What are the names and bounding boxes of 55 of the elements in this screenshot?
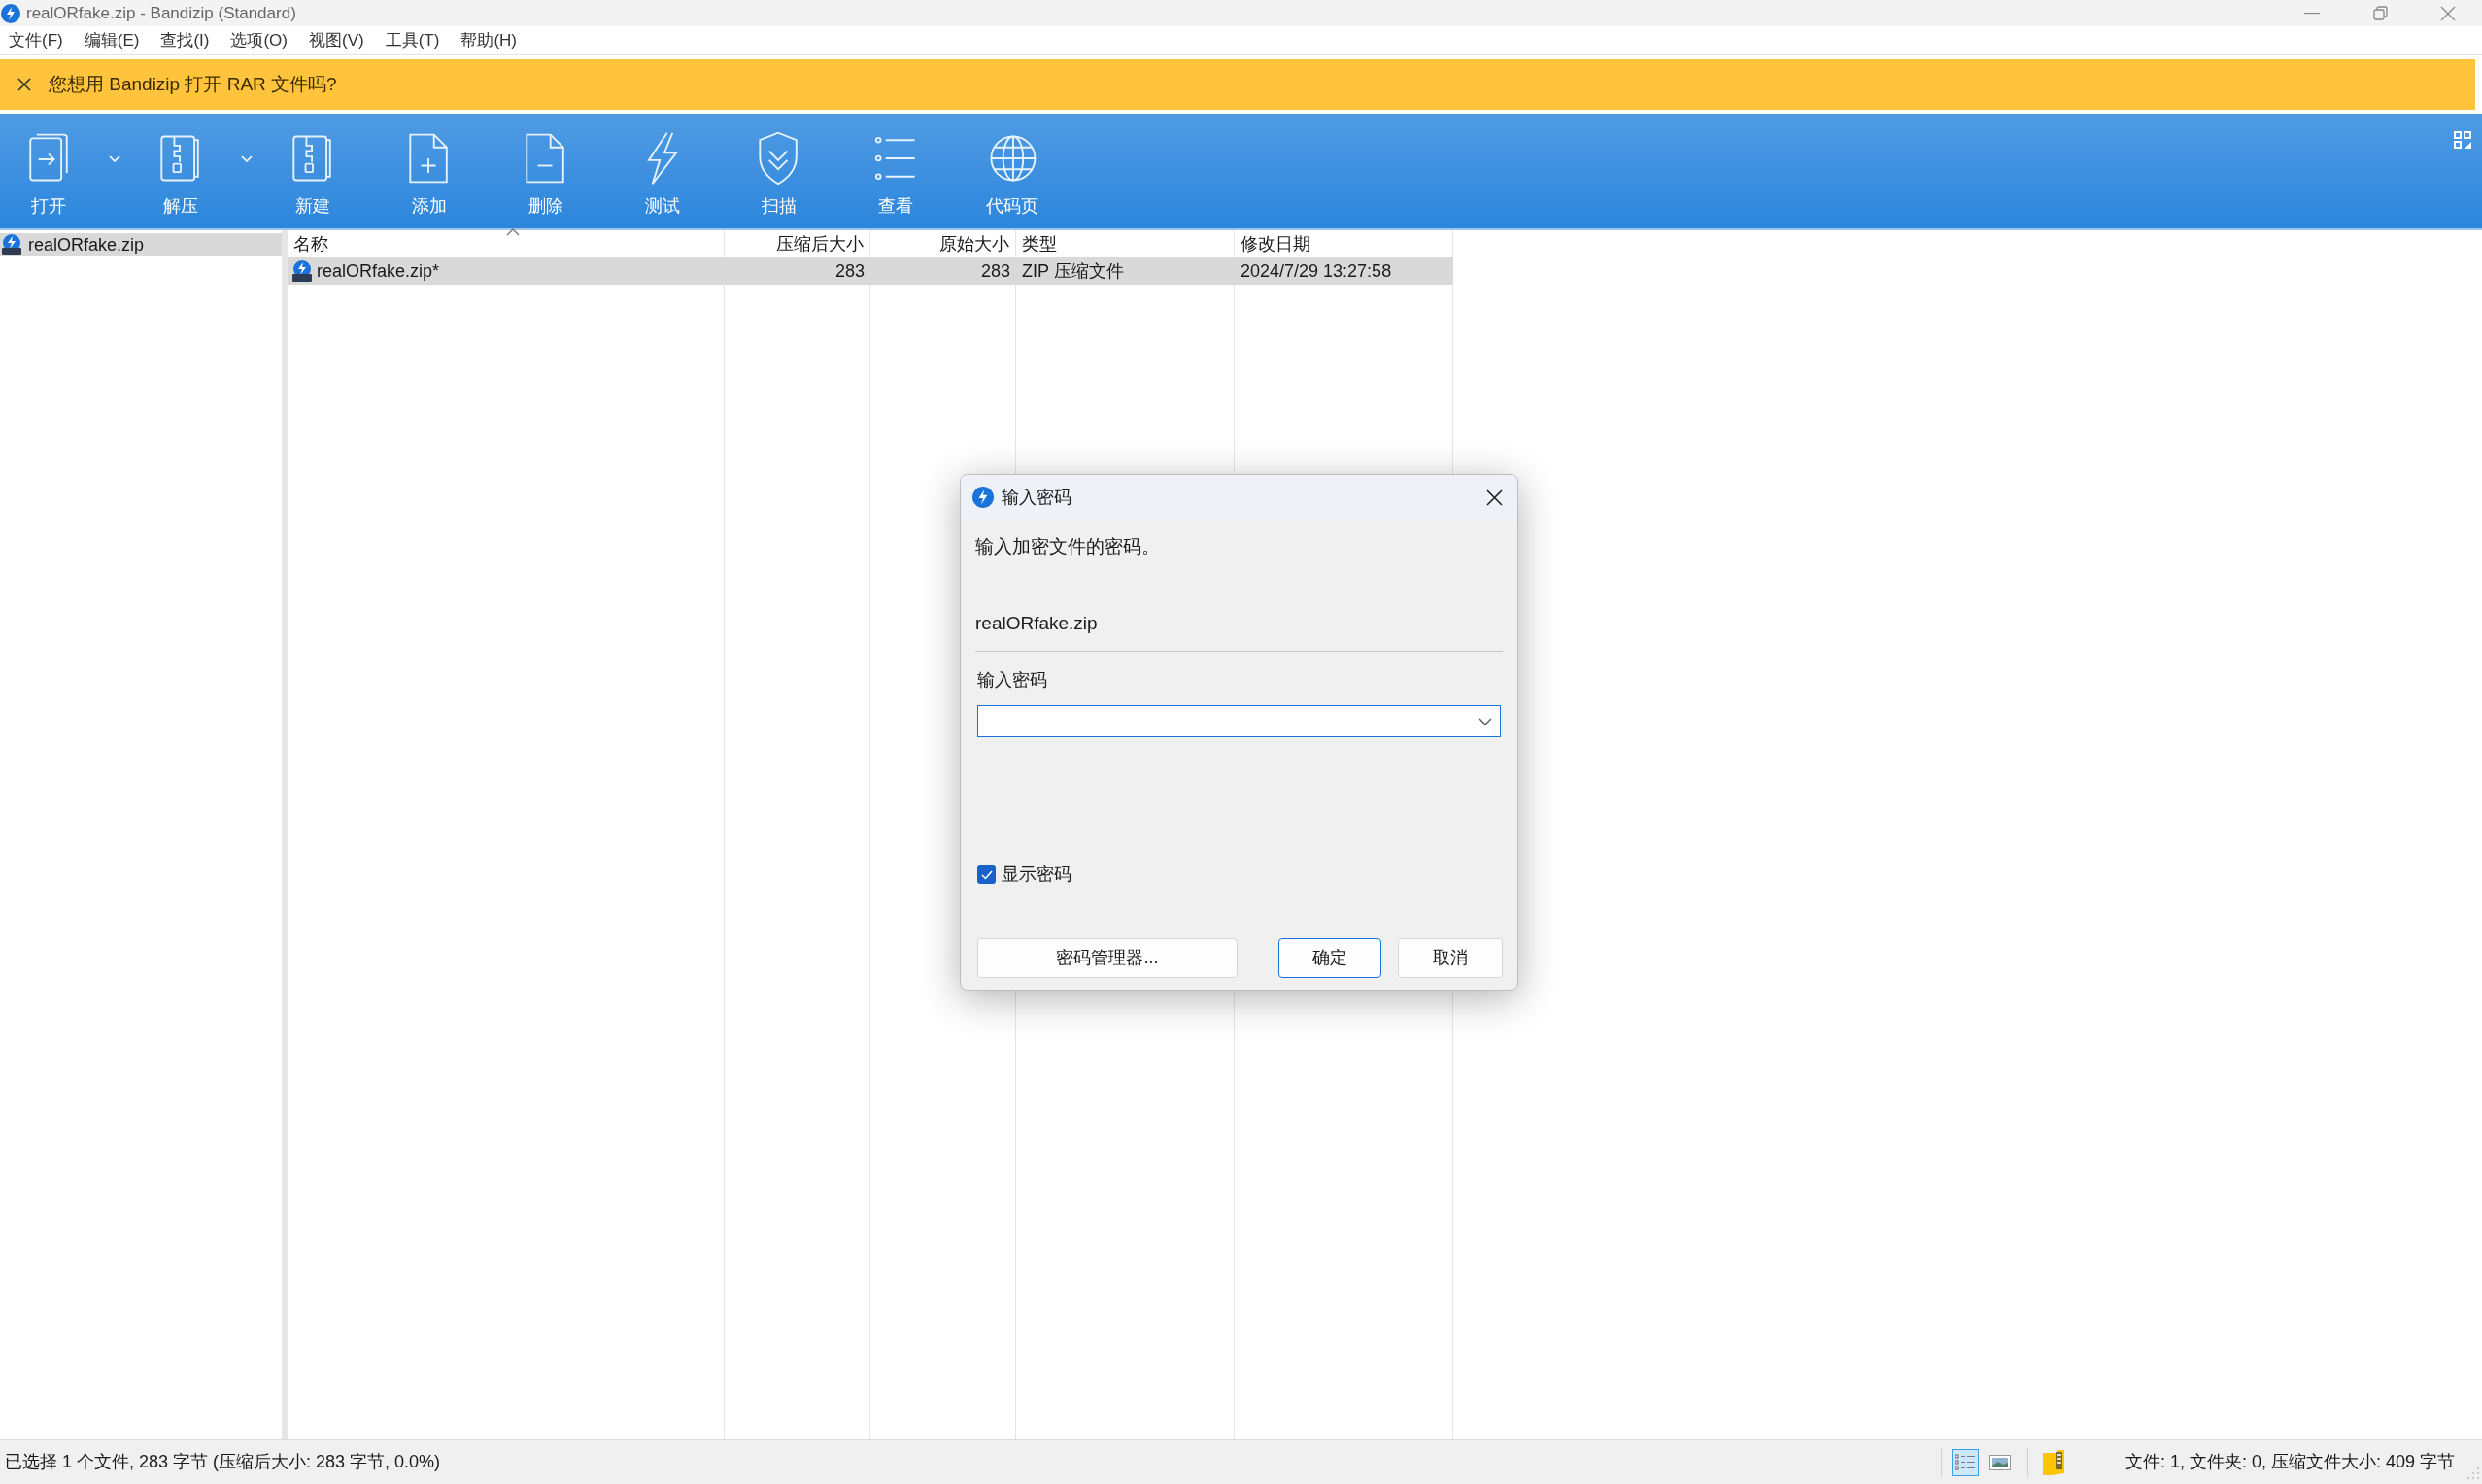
menu-item[interactable]: 工具(T) xyxy=(378,27,447,53)
minimize-icon xyxy=(2304,12,2320,15)
resize-grip-icon[interactable] xyxy=(2466,1467,2480,1480)
dialog-button[interactable]: 取消 xyxy=(1398,938,1503,978)
menu-item[interactable]: 查找(I) xyxy=(153,27,217,53)
table-cell-text: realORfake.zip* xyxy=(317,259,440,283)
image-view-icon xyxy=(1989,1454,2011,1470)
show-password-checkbox[interactable] xyxy=(977,865,996,884)
toolbar-button[interactable]: 解压 xyxy=(132,129,229,219)
toolbar-button[interactable]: 扫描 xyxy=(731,129,847,219)
password-combo-field[interactable] xyxy=(977,705,1501,737)
menu-item[interactable]: 选项(O) xyxy=(223,27,294,53)
close-icon xyxy=(17,78,31,91)
caret-icon xyxy=(241,154,253,162)
show-password-label: 显示密码 xyxy=(1002,863,1071,886)
file-row[interactable]: realORfake.zip* 283 283 ZIP 压缩文件 2024/7/29 13:27:58 xyxy=(288,257,1453,285)
menu-item[interactable]: 文件(F) xyxy=(2,27,70,53)
dropdown-caret-icon[interactable] xyxy=(1479,717,1492,725)
dialog-button[interactable]: 密码管理器... xyxy=(977,938,1238,978)
archive-folder-icon[interactable] xyxy=(2041,1448,2065,1476)
checkmark-icon xyxy=(980,869,993,880)
list-view-icon xyxy=(1954,1452,1976,1472)
toolbar-button[interactable]: 代码页 xyxy=(964,129,1080,219)
caret-icon xyxy=(109,154,120,162)
dialog-title: 输入密码 xyxy=(1002,486,1071,509)
window-title: realORfake.zip - Bandizip (Standard) xyxy=(26,2,296,24)
dialog-button[interactable]: 确定 xyxy=(1278,938,1381,978)
app-logo-icon xyxy=(972,487,994,508)
table-cell-text: ZIP 压缩文件 xyxy=(1022,259,1124,283)
archive-filename: realORfake.zip xyxy=(975,611,1099,635)
toolbar-button[interactable]: 测试 xyxy=(614,129,731,219)
menu-item[interactable]: 编辑(E) xyxy=(77,27,147,53)
table-cell-text: 283 xyxy=(834,259,865,283)
table-cell-text: 2024/7/29 13:27:58 xyxy=(1241,259,1392,283)
restore-icon xyxy=(2372,6,2388,20)
toolbar-button[interactable]: 新建 xyxy=(264,129,381,219)
close-icon xyxy=(1485,489,1503,506)
tree-item[interactable]: realORfake.zip xyxy=(0,233,282,256)
dialog-message: 输入加密文件的密码。 xyxy=(975,535,1161,558)
toolbar-button[interactable]: 打开 xyxy=(0,129,97,219)
banner-message: 您想用 Bandizip 打开 RAR 文件吗? xyxy=(49,72,337,96)
layout-toggle-icon[interactable] xyxy=(2453,130,2472,150)
details-view-button[interactable] xyxy=(1951,1448,1979,1476)
status-selection-text: 已选择 1 个文件, 283 字节 (压缩后大小: 283 字节, 0.0%) xyxy=(5,1451,441,1473)
toolbar-button[interactable]: 添加 xyxy=(381,129,497,219)
table-cell-text: 283 xyxy=(980,259,1010,283)
sort-ascending-icon xyxy=(505,228,520,236)
password-label: 输入密码 xyxy=(977,669,1048,691)
archive-summary-text: 文件: 1, 文件夹: 0, 压缩文件大小: 409 字节 xyxy=(2125,1451,2455,1473)
zip-archive-icon xyxy=(291,260,313,282)
toolbar-button[interactable]: 删除 xyxy=(497,129,614,219)
menu-item[interactable]: 视图(V) xyxy=(302,27,371,53)
toolbar-button[interactable]: 查看 xyxy=(847,129,964,219)
close-icon xyxy=(2440,5,2456,21)
menu-item[interactable]: 帮助(H) xyxy=(454,27,524,53)
